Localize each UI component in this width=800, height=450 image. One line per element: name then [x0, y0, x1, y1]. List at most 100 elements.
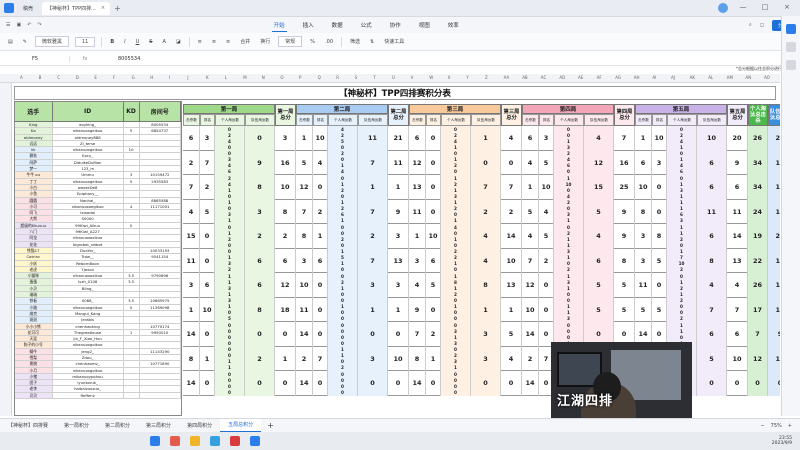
tab-document[interactable]: 【神秘杯】TPP四排... × — [42, 1, 111, 15]
menu-data[interactable]: 数据 — [330, 19, 345, 32]
column-letter[interactable]: AC — [541, 75, 546, 80]
name-box[interactable]: F5 — [0, 56, 70, 62]
team-score-row[interactable]: 1 10 3 1 0 5 8 18 11 0 0 1 0 0 1 1 9 0 0 1 0 0 1 1 10 0 0 1 1 3 5 5 5 5 2 0… — [183, 297, 780, 322]
column-letter[interactable]: E — [94, 75, 97, 80]
wrap-button[interactable]: 换行 — [258, 37, 272, 46]
column-letter[interactable]: L — [225, 75, 227, 80]
column-letter[interactable]: AB — [522, 75, 527, 80]
column-letter[interactable]: D — [76, 75, 79, 80]
strikethrough-icon[interactable]: S — [147, 38, 154, 46]
column-letter[interactable]: G — [132, 75, 135, 80]
new-tab-icon[interactable]: + — [114, 4, 121, 13]
formula-input[interactable]: 8005534 — [100, 56, 140, 62]
column-letter[interactable]: J — [187, 75, 188, 80]
column-letter[interactable]: T — [373, 75, 375, 80]
font-color-icon[interactable]: A — [160, 38, 167, 46]
avatar[interactable] — [718, 3, 728, 13]
sort-icon[interactable]: ⇅ — [368, 38, 376, 46]
number-format-select[interactable]: 常规 — [278, 36, 303, 47]
sheet-tab[interactable]: 【神秘杯】四排赛 — [0, 422, 56, 429]
column-letter[interactable]: AO — [764, 75, 770, 80]
merge-button[interactable]: 合并 — [238, 37, 252, 46]
column-letter[interactable]: S — [355, 75, 358, 80]
column-letter[interactable]: AG — [615, 75, 621, 80]
zoom-in-icon[interactable]: + — [788, 423, 792, 429]
column-letter[interactable]: AM — [727, 75, 733, 80]
close-icon[interactable]: × — [101, 5, 105, 11]
filter-button[interactable]: 筛选 — [348, 37, 362, 46]
column-letter[interactable]: Y — [466, 75, 468, 80]
column-letter[interactable]: AD — [559, 75, 565, 80]
decimal-icon[interactable]: .00 — [323, 38, 335, 46]
zoom-level[interactable]: 75% — [771, 423, 782, 429]
menu-formula[interactable]: 公式 — [359, 19, 374, 32]
align-right-icon[interactable]: ≡ — [224, 38, 232, 46]
column-letter[interactable]: AE — [578, 75, 583, 80]
column-letter[interactable]: AF — [597, 75, 602, 80]
sheet-tab[interactable]: 第一局积分 — [56, 422, 97, 429]
percent-icon[interactable]: % — [308, 38, 317, 46]
column-letter[interactable]: V — [411, 75, 414, 80]
maximize-icon[interactable]: □ — [758, 3, 772, 13]
column-letter[interactable]: AH — [634, 75, 640, 80]
column-letter[interactable]: U — [392, 75, 395, 80]
column-letter[interactable]: A — [20, 75, 23, 80]
undo-icon[interactable]: ↶ — [27, 22, 31, 28]
search-icon[interactable]: ⌕ — [749, 22, 752, 28]
column-letter[interactable]: AL — [708, 75, 713, 80]
sheet-tab[interactable]: 第二局积分 — [97, 422, 138, 429]
redo-icon[interactable]: ↷ — [37, 22, 41, 28]
function-icon[interactable]: fx — [70, 56, 100, 62]
minimize-icon[interactable]: — — [736, 3, 750, 13]
app-icon[interactable] — [230, 436, 240, 446]
add-sheet-icon[interactable]: + — [261, 421, 280, 430]
column-letter[interactable]: I — [169, 75, 170, 80]
column-letter[interactable]: W — [429, 75, 433, 80]
column-letter[interactable]: R — [336, 75, 339, 80]
sheet-tab[interactable]: 第四局积分 — [179, 422, 220, 429]
column-letter[interactable]: AA — [504, 75, 510, 80]
column-letter[interactable]: K — [206, 75, 209, 80]
underline-icon[interactable]: U — [134, 38, 142, 46]
column-letter[interactable]: M — [243, 75, 246, 80]
team-score-row[interactable]: 15 0 0 1 2 0 2 2 8 1 0 0 2 0 2 3 1 10 4 0 1 0 4 14 4 5 0 2 1 1 4 9 3 8 1 1 2… — [183, 224, 780, 249]
align-center-icon[interactable]: ≡ — [210, 38, 218, 46]
column-letter[interactable]: Q — [318, 75, 321, 80]
bold-icon[interactable]: B — [108, 38, 116, 46]
spreadsheet-icon[interactable] — [250, 436, 260, 446]
column-letter[interactable]: AN — [745, 75, 751, 80]
column-letter[interactable]: Z — [485, 75, 488, 80]
menu-insert[interactable]: 插入 — [301, 19, 316, 32]
column-letter[interactable]: C — [57, 75, 60, 80]
column-letter[interactable]: N — [262, 75, 265, 80]
sheet-tab[interactable]: 第三局积分 — [138, 422, 179, 429]
align-left-icon[interactable]: ≡ — [196, 38, 204, 46]
history-icon[interactable] — [786, 60, 796, 70]
menu-view[interactable]: 视图 — [417, 19, 432, 32]
browser-icon[interactable] — [210, 436, 220, 446]
quick-tools-button[interactable]: 快速工具 — [382, 37, 406, 46]
italic-icon[interactable]: I — [122, 38, 127, 46]
player-row[interactable]: 贝贝 Reffenz — [15, 392, 181, 400]
column-letter[interactable]: H — [150, 75, 153, 80]
menu-efficiency[interactable]: 效率 — [446, 19, 461, 32]
column-letter[interactable]: F — [113, 75, 115, 80]
system-clock[interactable]: 23:55 2023/9/9 — [772, 436, 792, 446]
column-letter[interactable]: AK — [690, 75, 695, 80]
font-size-select[interactable]: 11 — [74, 36, 96, 47]
team-score-row[interactable]: 2 7 0 3 4 6 9 16 5 4 2 0 1 4 7 11 12 0 0 1 2 0 0 0 4 5 2 4 6 0 12 16 6 3 0… — [183, 150, 780, 175]
close-window-icon[interactable]: × — [780, 3, 794, 13]
team-score-row[interactable]: 4 5 1 0 3 1 3 8 7 2 1 2 6 1 7 9 11 0 1 2 0 1 2 2 5 4 2 0 3 1 5 9 8 0 1 1 6 3 1… — [183, 199, 780, 224]
app-icon[interactable] — [170, 436, 180, 446]
team-score-row[interactable]: 3 6 1 1 3 1 6 12 10 0 0 2 1 0 3 3 4 5 1 8 1 2 8 13 12 0 1 3 1 0 5 5 11 0 0… — [183, 273, 780, 298]
team-score-row[interactable]: 11 0 0 1 3 2 6 6 3 6 1 5 1 0 7 13 3 6 2 2 1 0 4 10 7 2 3 1 0 2 6 8 3 5 1 7 1… — [183, 248, 780, 273]
font-family-select[interactable]: 微软雅黑 — [34, 36, 69, 47]
column-letter[interactable]: AI — [652, 75, 656, 80]
column-letter[interactable]: AJ — [671, 75, 675, 80]
team-score-row[interactable]: 6 3 0 2 4 0 0 3 1 10 4 2 5 0 11 21 6 0 0 2 4 1 1 4 6 3 0 0 1 3 4 7 1 10 0 2… — [183, 126, 780, 151]
format-painter-icon[interactable]: ✎ — [21, 38, 29, 46]
comment-icon[interactable]: ◻ — [760, 22, 764, 28]
sheet-tab-active[interactable]: 五局总积分 — [220, 418, 262, 433]
menu-collab[interactable]: 协作 — [388, 19, 403, 32]
column-letter[interactable]: X — [448, 75, 451, 80]
